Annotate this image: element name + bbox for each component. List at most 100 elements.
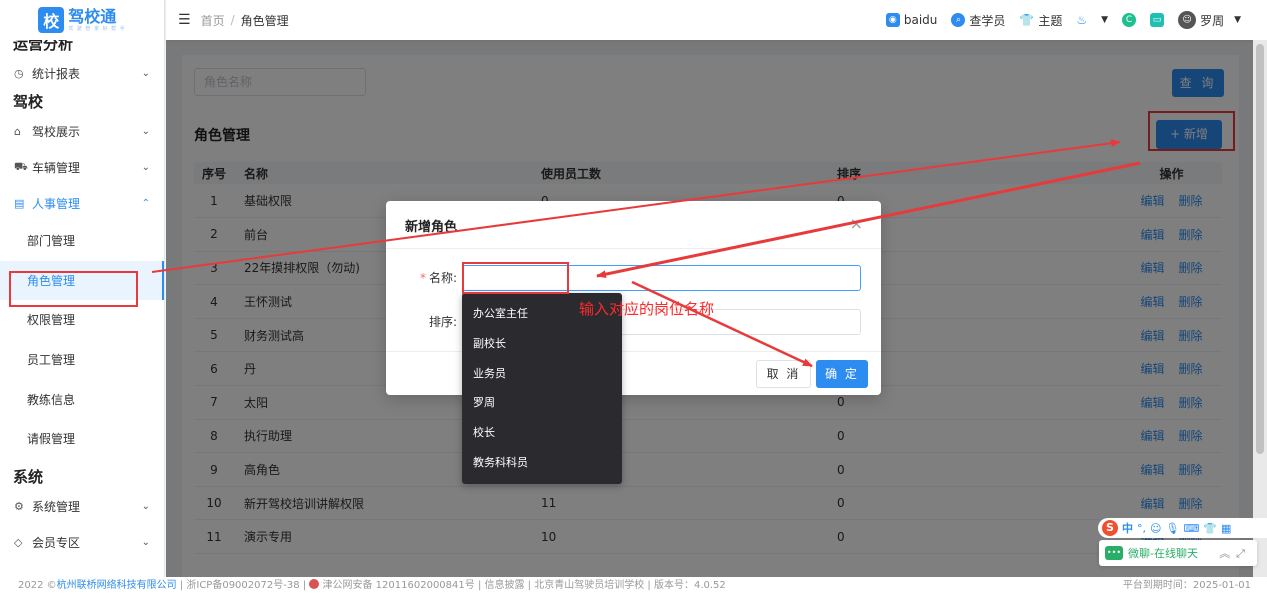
theme-link[interactable]: 👕 主题 [1019, 12, 1062, 29]
search-icon: ⌕ [951, 13, 966, 27]
clock-icon: ◷ [14, 66, 24, 80]
mic-icon[interactable]: 🎙 [1165, 522, 1179, 535]
menu-toggle-icon[interactable]: ☰ [178, 12, 191, 28]
sort-label: 排序: [428, 315, 457, 329]
app-logo[interactable]: 校 驾校通 驾 驶 管 家 好 帮 手 [0, 0, 164, 40]
sidebar-sub-staff[interactable]: 员工管理 [0, 340, 164, 380]
footer-expiry: 平台到期时间：2025-01-01 [1122, 580, 1251, 591]
breadcrumb-home[interactable]: 首页 [201, 12, 225, 29]
chat-icon: ••• [1105, 546, 1123, 560]
police-badge-icon [309, 579, 320, 589]
sidebar-item-vehicle[interactable]: ⛟ 车辆管理 ⌄ [0, 149, 164, 185]
sidebar: 校 驾校通 驾 驶 管 家 好 帮 手 运营分析 ◷ 统计报表 ⌄ 驾校 ⌂ 驾… [0, 0, 165, 577]
logo-badge-icon: 校 [38, 7, 65, 33]
sidebar-sub-leave[interactable]: 请假管理 [0, 419, 164, 459]
dialog-title: 新增角色 [405, 220, 458, 235]
student-lookup-link[interactable]: ⌕ 查学员 [951, 12, 1005, 29]
car-icon: ⛟ [14, 159, 28, 173]
gear-icon: ⚙ [14, 500, 24, 514]
logo-title: 驾校通 [68, 6, 117, 26]
section-school: 驾校 [13, 93, 44, 111]
chat-label: 微聊-在线聊天 [1128, 547, 1198, 560]
ime-mode[interactable]: 中 [1122, 520, 1133, 536]
confirm-button[interactable]: 确 定 [816, 360, 868, 388]
footer-company-link[interactable]: 杭州联桥网络科技有限公司 [57, 580, 177, 591]
chevron-down-icon: ⌄ [141, 161, 150, 173]
punctuation-icon[interactable]: °, [1137, 522, 1146, 535]
dropdown-option[interactable]: 副校长 [462, 329, 622, 359]
keyboard-icon[interactable]: ⌨ [1183, 522, 1199, 535]
name-label: * 名称: [420, 265, 457, 291]
online-chat-widget[interactable]: ••• 微聊-在线聊天 ︽⤢ [1099, 540, 1257, 566]
sidebar-item-label: 统计报表 [32, 66, 81, 81]
chevron-down-icon: ⌄ [141, 537, 150, 549]
sidebar-item-report[interactable]: ◷ 统计报表 ⌄ [0, 55, 164, 91]
role-name-input[interactable] [462, 265, 861, 291]
footer-year: 2022 © [18, 580, 57, 591]
divider [386, 351, 881, 352]
scrollbar-thumb[interactable] [1256, 44, 1264, 454]
footer-icp[interactable]: | 浙ICP备09002072号-38 | [180, 580, 306, 591]
chevron-up-icon: ⌃ [141, 197, 150, 209]
sidebar-sub-department[interactable]: 部门管理 [0, 221, 164, 261]
required-mark: * [419, 271, 426, 285]
expand-icon[interactable]: ︽⤢ [1219, 545, 1251, 561]
name-label-text: 名称: [428, 271, 457, 285]
chevron-down-icon: ⌄ [141, 501, 150, 513]
logo-slogan: 驾 驶 管 家 好 帮 手 [68, 25, 126, 32]
baidu-link[interactable]: ◉ baidu [885, 13, 938, 27]
sidebar-sub-permission[interactable]: 权限管理 [0, 300, 164, 340]
breadcrumb-current: 角色管理 [240, 13, 289, 28]
flame-icon[interactable]: ♨ [1076, 13, 1087, 27]
id-card-icon: ▤ [14, 196, 25, 210]
sidebar-item-label: 驾校展示 [32, 124, 81, 139]
top-header: ☰ 首页 / 角色管理 ◉ baidu ⌕ 查学员 👕 主题 ♨ ▼ C ▭ ☺… [166, 0, 1267, 40]
page-scrollbar[interactable] [1253, 40, 1267, 577]
sidebar-sub-coach[interactable]: 教练信息 [0, 379, 164, 419]
breadcrumb-separator: / [230, 13, 235, 27]
annotation-text: 输入对应的岗位名称 [579, 300, 715, 318]
chevron-down-icon: ⌄ [141, 67, 150, 79]
section-system: 系统 [13, 467, 44, 486]
caret-down-icon[interactable]: ▼ [1101, 15, 1108, 25]
sidebar-item-hr[interactable]: ▤ 人事管理 ⌃ [0, 185, 164, 221]
chevron-down-icon: ⌄ [141, 125, 150, 137]
dropdown-option[interactable]: 校长 [462, 418, 622, 448]
grid-icon[interactable]: ▦ [1221, 522, 1231, 535]
sidebar-sub-role[interactable]: 角色管理 [0, 260, 164, 301]
baidu-label: baidu [903, 13, 938, 27]
building-icon: ⌂ [14, 124, 21, 138]
cancel-button[interactable]: 取 消 [756, 360, 811, 388]
page-footer: 2022 ©杭州联桥网络科技有限公司 | 浙ICP备09002072号-38 |… [0, 577, 1267, 595]
sidebar-item-label: 人事管理 [32, 196, 81, 211]
theme-label: 主题 [1038, 13, 1063, 28]
emoji-icon[interactable]: ☺ [1150, 522, 1161, 535]
monitor-icon[interactable]: ▭ [1150, 13, 1165, 27]
dropdown-option[interactable]: 教务科科员 [462, 448, 622, 478]
student-lookup-label: 查学员 [969, 13, 1006, 28]
skin-icon[interactable]: 👕 [1203, 522, 1217, 535]
dropdown-option[interactable]: 业务员 [462, 359, 622, 389]
avatar: ☺ [1178, 11, 1197, 29]
divider [386, 248, 881, 249]
shirt-icon: 👕 [1019, 13, 1035, 27]
close-icon[interactable]: × [850, 214, 863, 233]
section-ops: 运营分析 [13, 40, 74, 53]
sidebar-item-member[interactable]: ◇ 会员专区 ⌄ [0, 525, 164, 561]
sidebar-item-sysmgmt[interactable]: ⚙ 系统管理 ⌄ [0, 489, 164, 525]
sidebar-item-display[interactable]: ⌂ 驾校展示 ⌄ [0, 113, 164, 149]
footer-info: | 信息披露 | 北京青山驾驶员培训学校 | 版本号：4.0.52 [477, 580, 726, 591]
baidu-icon: ◉ [885, 13, 900, 27]
sidebar-item-label: 会员专区 [32, 536, 81, 551]
sogou-icon: S [1102, 520, 1118, 536]
user-name: 罗周 [1200, 13, 1225, 28]
user-menu[interactable]: ☺ 罗周 ▼ [1178, 11, 1241, 29]
name-form-row: * 名称: [386, 265, 881, 291]
footer-police[interactable]: 津公网安备 12011602000841号 [323, 580, 475, 591]
dropdown-option[interactable]: 罗周 [462, 388, 622, 418]
diamond-icon: ◇ [14, 536, 23, 550]
refresh-icon[interactable]: C [1122, 13, 1137, 27]
name-suggestion-dropdown: 办公室主任 副校长 业务员 罗周 校长 教务科科员 [462, 293, 622, 484]
ime-toolbar[interactable]: S 中 °, ☺ 🎙 ⌨ 👕 ▦ [1098, 518, 1267, 538]
caret-down-icon: ▼ [1234, 15, 1241, 25]
